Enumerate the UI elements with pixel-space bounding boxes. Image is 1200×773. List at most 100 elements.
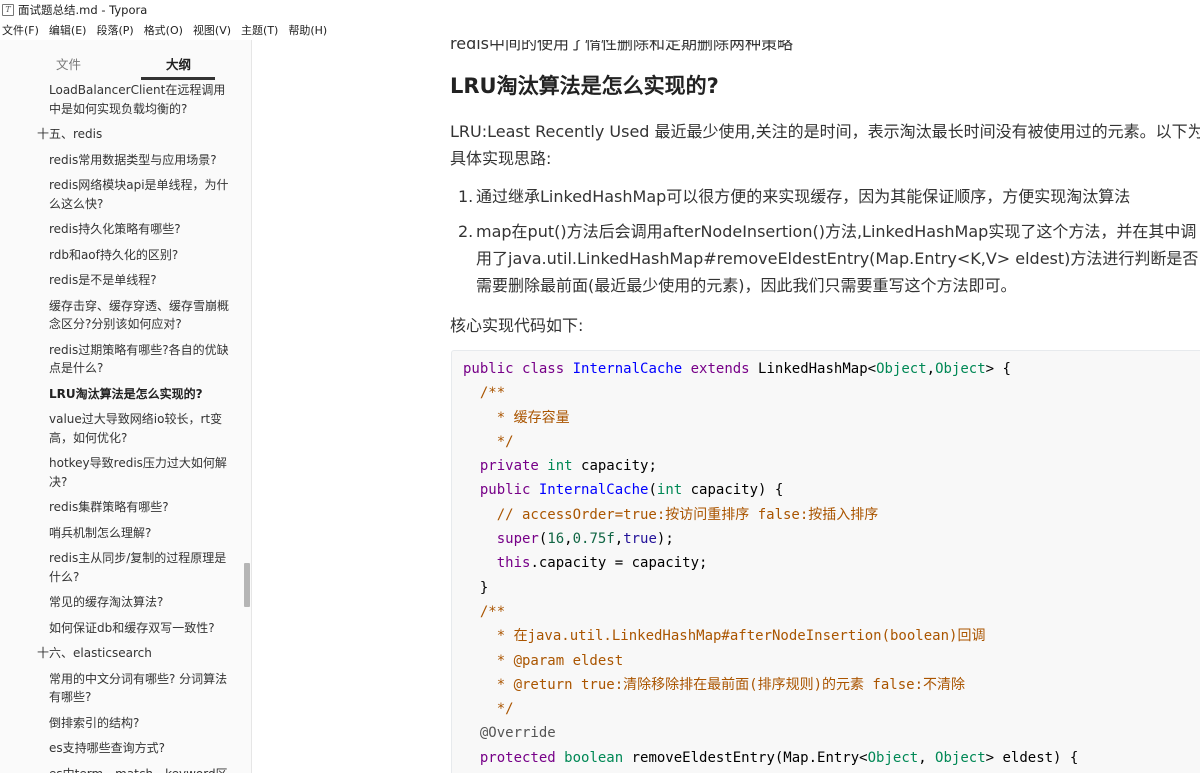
code-line: /** <box>463 381 1200 405</box>
code-token: , <box>926 361 936 377</box>
outline-item[interactable]: value过大导致网络io较长，rt变高，如何优化? <box>0 410 238 447</box>
code-token: private <box>479 458 548 475</box>
code-token: Object <box>935 749 986 766</box>
code-token: public <box>479 482 539 499</box>
code-line: private int capacity; <box>463 454 1200 478</box>
intro-paragraph: LRU:Least Recently Used 最近最少使用,关注的是时间，表示… <box>450 122 1200 168</box>
code-token: , <box>614 531 624 548</box>
outline-section[interactable]: 十六、elasticsearch <box>0 644 238 663</box>
code-token: > eldest) { <box>985 749 1079 766</box>
code-token: InternalCache <box>538 482 649 499</box>
menu-paragraph[interactable]: 段落(P) <box>96 22 133 38</box>
code-line: public class InternalCache extends Linke… <box>463 357 1200 381</box>
code-line: public InternalCache(int capacity) { <box>463 478 1200 502</box>
menu-help[interactable]: 帮助(H) <box>288 22 327 38</box>
outline-item[interactable]: 常用的中文分词有哪些? 分词算法有哪些? <box>0 670 238 707</box>
menu-file[interactable]: 文件(F) <box>2 22 39 38</box>
sidebar-tabs: 文件 大纲 <box>0 40 250 82</box>
code-token: .capacity = capacity; <box>530 555 708 572</box>
code-token: * 在java.util.LinkedHashMap#afterNodeInse… <box>479 628 986 645</box>
outline-item[interactable]: hotkey导致redis压力过大如何解决? <box>0 454 238 491</box>
code-token: 16 <box>547 531 565 548</box>
outline-item[interactable]: es中term、match、keyword区 <box>0 765 238 773</box>
code-token: // accessOrder=true:按访问重排序 false:按插入排序 <box>496 506 879 523</box>
code-token: ( <box>648 482 657 499</box>
list-item: 1. 通过继承LinkedHashMap可以很方便的来实现缓存，因为其能保证顺序，… <box>458 187 1131 206</box>
code-line: */ <box>463 697 1200 721</box>
editor-pane[interactable]: redis中间的使用了惰性删除和定期删除两种策略 LRU淘汰算法是怎么实现的? … <box>252 40 1200 773</box>
outline-item[interactable]: redis持久化策略有哪些? <box>0 220 238 239</box>
list-item-text: 通过继承LinkedHashMap可以很方便的来实现缓存，因为其能保证顺序，方便… <box>476 187 1131 206</box>
code-token: InternalCache <box>572 361 691 377</box>
section-heading: LRU淘汰算法是怎么实现的? <box>450 74 719 98</box>
code-token: Object <box>867 749 919 766</box>
code-token: , <box>918 749 936 766</box>
code-line: * 在java.util.LinkedHashMap#afterNodeInse… <box>463 624 1200 648</box>
code-token: 0.75f <box>572 531 615 548</box>
outline-item[interactable]: redis网络模块api是单线程，为什么这么快? <box>0 176 238 213</box>
sidebar-scrollbar-thumb[interactable] <box>244 563 250 607</box>
ordered-list: 1. 通过继承LinkedHashMap可以很方便的来实现缓存，因为其能保证顺序，… <box>450 183 1200 307</box>
outline-list: LoadBalancerClient在远程调用中是如何实现负载均衡的? 十五、re… <box>0 81 238 773</box>
code-token: */ <box>479 433 514 450</box>
code-token: Object <box>876 361 927 377</box>
code-line: */ <box>463 430 1200 454</box>
outline-item[interactable]: redis常用数据类型与应用场景? <box>0 151 238 170</box>
code-line: * @param eldest <box>463 649 1200 673</box>
code-token: int <box>547 458 582 475</box>
code-block[interactable]: public class InternalCache extends Linke… <box>451 350 1200 773</box>
code-token: class <box>522 361 573 377</box>
code-token: int <box>656 482 691 499</box>
code-token: true <box>623 531 657 548</box>
outline-item[interactable]: 常见的缓存淘汰算法? <box>0 593 238 612</box>
outline-item[interactable]: 如何保证db和缓存双写一致性? <box>0 619 238 638</box>
outline-item[interactable]: LRU淘汰算法是怎么实现的? <box>0 385 238 404</box>
outline-item[interactable]: 哨兵机制怎么理解? <box>0 524 238 543</box>
outline-item[interactable]: LoadBalancerClient在远程调用中是如何实现负载均衡的? <box>0 81 238 118</box>
code-token: protected <box>479 749 565 766</box>
code-token: /** <box>479 385 506 402</box>
outline-item[interactable]: es支持哪些查询方式? <box>0 739 238 758</box>
code-token: * 缓存容量 <box>479 409 570 426</box>
tab-files[interactable]: 文件 <box>56 54 81 73</box>
list-item: 2. map在put()方法后会调用afterNodeInsertion()方法,… <box>458 222 1199 295</box>
outline-item[interactable]: redis集群策略有哪些? <box>0 498 238 517</box>
menu-theme[interactable]: 主题(T) <box>241 22 278 38</box>
code-token: boolean <box>564 749 632 766</box>
outline-section[interactable]: 十五、redis <box>0 125 238 144</box>
list-item-text: map在put()方法后会调用afterNodeInsertion()方法,Li… <box>476 222 1199 295</box>
code-token: */ <box>479 701 514 718</box>
menu-format[interactable]: 格式(O) <box>144 22 183 38</box>
code-line: // accessOrder=true:按访问重排序 false:按插入排序 <box>463 503 1200 527</box>
code-token: capacity; <box>581 458 657 475</box>
tab-outline[interactable]: 大纲 <box>166 54 191 73</box>
code-token: ); <box>656 531 674 548</box>
code-token: extends <box>690 361 759 377</box>
code-line: protected boolean removeEldestEntry(Map.… <box>463 746 1200 770</box>
typora-app-icon: T <box>2 4 14 16</box>
outline-item[interactable]: 倒排索引的结构? <box>0 714 238 733</box>
active-tab-indicator <box>141 77 215 80</box>
outline-item[interactable]: redis是不是单线程? <box>0 271 238 290</box>
code-token: super <box>496 531 539 548</box>
outline-item[interactable]: redis过期策略有哪些?各自的优缺点是什么? <box>0 341 238 378</box>
outline-item[interactable]: rdb和aof持久化的区别? <box>0 246 238 265</box>
menu-edit[interactable]: 编辑(E) <box>49 22 87 38</box>
code-token: capacity) { <box>690 482 784 499</box>
code-line: * @return true:清除移除排在最前面(排序规则)的元素 false:… <box>463 673 1200 697</box>
code-token: > { <box>985 361 1011 377</box>
outline-item[interactable]: redis主从同步/复制的过程原理是什么? <box>0 549 238 586</box>
menu-view[interactable]: 视图(V) <box>193 22 231 38</box>
code-token: } <box>463 579 489 596</box>
outline-item[interactable]: 缓存击穿、缓存穿透、缓存雪崩概念区分?分别该如何应对? <box>0 297 238 334</box>
